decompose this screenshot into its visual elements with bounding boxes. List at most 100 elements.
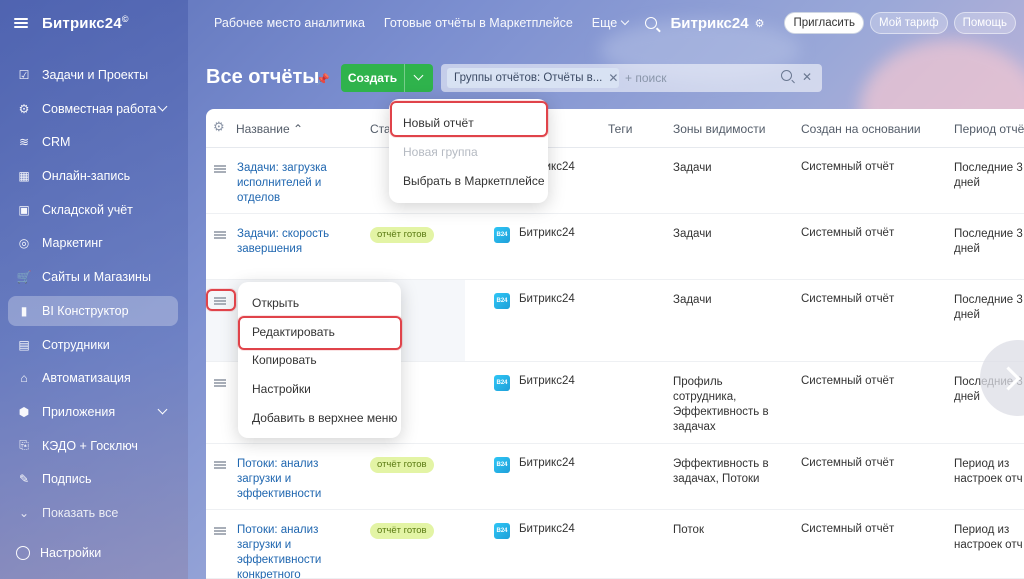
report-name-link[interactable]: Задачи: загрузка исполнителей и отделов: [237, 161, 347, 206]
target-icon: ◎: [18, 236, 30, 251]
report-name-link[interactable]: Задачи: скорость завершения: [237, 227, 347, 257]
row-menu-icon[interactable]: [214, 379, 226, 387]
chat-icon: ⚙: [18, 101, 30, 116]
sidebar-item-label: Настройки: [40, 546, 102, 560]
sidebar-item-2[interactable]: ≋ CRM: [8, 127, 178, 157]
help-button[interactable]: Помощь: [953, 12, 1016, 34]
top-logo[interactable]: Битрикс24: [671, 15, 749, 32]
menu-item-settings[interactable]: Настройки: [252, 382, 311, 396]
highlight-new-report: [390, 101, 548, 137]
sidebar-item-4[interactable]: ▣ Складской учёт: [8, 195, 178, 225]
sidebar-item-label: Совместная работа: [42, 101, 157, 116]
cube-icon: ⬢: [18, 404, 30, 419]
sidebar-item-7[interactable]: ▮ BI Конструктор: [8, 295, 178, 326]
sidebar-item-label: Показать все: [42, 505, 119, 520]
sidebar-item-5[interactable]: ◎ Маркетинг: [8, 228, 178, 258]
filter-tag[interactable]: Группы отчётов: Отчёты в... ✕: [447, 68, 619, 88]
gear-icon[interactable]: ⚙: [213, 120, 225, 133]
close-icon[interactable]: ✕: [802, 70, 812, 84]
chevron-down-icon[interactable]: [405, 64, 433, 92]
visibility-zone: Поток: [673, 524, 704, 536]
sidebar-item-8[interactable]: ▤ Сотрудники: [8, 330, 178, 360]
based-on: Системный отчёт: [801, 227, 895, 239]
highlight-edit: [238, 316, 402, 350]
settings-sliders-icon[interactable]: ⚙: [755, 17, 765, 30]
sidebar-item-10[interactable]: ⬢ Приложения: [8, 397, 178, 427]
pin-icon[interactable]: 📌: [316, 73, 330, 86]
top-bar: Рабочее место аналитика Готовые отчёты в…: [188, 0, 1024, 46]
bitrix24-icon: B24: [494, 457, 510, 473]
sidebar-item-11[interactable]: ⎘ КЭДО + Госключ: [8, 431, 178, 461]
table-row[interactable]: Задачи: загрузка исполнителей и отделовB…: [206, 148, 1024, 214]
sidebar-item-label: Сотрудники: [42, 337, 110, 352]
column-header-status[interactable]: Ста: [370, 122, 391, 136]
sidebar-nav: ☑ Задачи и Проекты ⚙ Совместная работа ≋ CRM ▦…: [0, 60, 188, 528]
checkbox-icon: ☑: [18, 68, 30, 82]
row-menu-icon[interactable]: [214, 461, 226, 469]
top-more-menu[interactable]: Еще: [592, 16, 628, 30]
chevron-down-icon[interactable]: [157, 404, 168, 415]
based-on: Системный отчёт: [801, 293, 895, 305]
create-button-label[interactable]: Создать: [341, 64, 405, 92]
sidebar-item-settings[interactable]: Настройки: [8, 538, 178, 568]
menu-item-open[interactable]: Открыть: [252, 296, 299, 310]
top-link-marketplace-reports[interactable]: Готовые отчёты в Маркетплейсе: [384, 16, 573, 30]
close-icon[interactable]: ✕: [602, 71, 618, 85]
bitrix24-icon: B24: [494, 375, 510, 391]
row-menu-icon[interactable]: [214, 527, 226, 535]
based-on: Системный отчёт: [801, 375, 895, 387]
calendar-icon: ▦: [18, 169, 30, 184]
filter-bar[interactable]: Группы отчётов: Отчёты в... ✕ + поиск ✕: [441, 64, 822, 92]
status-badge: отчёт готов: [370, 227, 434, 243]
sidebar-item-3[interactable]: ▦ Онлайн-запись: [8, 161, 178, 191]
source-label: Битрикс24: [519, 293, 575, 305]
source-label: Битрикс24: [519, 523, 575, 535]
highlight-row-menu-button: [206, 289, 236, 311]
based-on: Системный отчёт: [801, 523, 895, 535]
visibility-zone: Эффективность в задачах, Потоки: [673, 458, 769, 485]
filter-icons: ✕: [780, 70, 812, 84]
sidebar-item-12[interactable]: ✎ Подпись: [8, 464, 178, 494]
page-title: Все отчёты: [206, 66, 320, 88]
table-row[interactable]: Потоки: анализ загрузки и эффективности …: [206, 510, 1024, 579]
table-row[interactable]: Задачи: скорость завершения отчёт готов B2…: [206, 214, 1024, 280]
row-menu-icon[interactable]: [214, 165, 226, 173]
sidebar-item-6[interactable]: 🛒 Сайты и Магазины: [8, 262, 178, 292]
report-name-link[interactable]: Потоки: анализ загрузки и эффективности …: [237, 523, 347, 579]
bitrix24-icon: B24: [494, 227, 510, 243]
column-header-tags[interactable]: Теги: [608, 122, 632, 136]
sidebar-item-label: Приложения: [42, 404, 116, 419]
column-header-period[interactable]: Период отчё: [954, 122, 1024, 136]
create-button[interactable]: Создать: [341, 64, 433, 92]
menu-icon[interactable]: [14, 18, 28, 28]
sidebar-item-0[interactable]: ☑ Задачи и Проекты: [8, 60, 178, 90]
sidebar-item-label: Сайты и Магазины: [42, 270, 151, 285]
row-menu-icon[interactable]: [214, 231, 226, 239]
menu-item-copy[interactable]: Копировать: [252, 353, 317, 367]
sidebar-item-label: Онлайн-запись: [42, 169, 131, 184]
row-context-menu: Открыть Редактировать Копировать Настрой…: [238, 282, 401, 438]
my-plan-button[interactable]: Мой тариф: [870, 12, 948, 34]
people-icon: ▤: [18, 337, 30, 352]
search-icon[interactable]: [644, 17, 657, 29]
report-period: Последние 3 дней: [954, 162, 1023, 189]
search-input[interactable]: + поиск: [625, 71, 666, 85]
search-icon[interactable]: [780, 70, 792, 81]
column-header-visibility[interactable]: Зоны видимости: [673, 122, 765, 136]
table-row[interactable]: Потоки: анализ загрузки и эффективности о…: [206, 444, 1024, 510]
top-link-analyst-workspace[interactable]: Рабочее место аналитика: [214, 16, 365, 30]
report-name-link[interactable]: Потоки: анализ загрузки и эффективности: [237, 457, 347, 502]
menu-item-choose-marketplace[interactable]: Выбрать в Маркетплейсе: [403, 174, 545, 188]
menu-item-add-to-top-menu[interactable]: Добавить в верхнее меню: [252, 411, 397, 425]
logo[interactable]: Битрикс24©: [42, 14, 129, 32]
sidebar-item-label: Подпись: [42, 472, 92, 487]
sidebar-show-all[interactable]: ⌄ Показать все: [8, 498, 178, 528]
warehouse-icon: ▣: [18, 202, 30, 217]
column-header-name[interactable]: Название ⌃: [236, 122, 303, 136]
chevron-down-icon[interactable]: [157, 101, 168, 112]
column-header-based-on[interactable]: Создан на основании: [801, 122, 921, 136]
sidebar-item-1[interactable]: ⚙ Совместная работа: [8, 94, 178, 124]
top-right-group: Битрикс24 ⚙ Пригласить Мой тариф Помощь: [644, 12, 1016, 34]
sidebar-item-9[interactable]: ⌂ Автоматизация: [8, 363, 178, 393]
invite-button[interactable]: Пригласить: [784, 12, 865, 34]
